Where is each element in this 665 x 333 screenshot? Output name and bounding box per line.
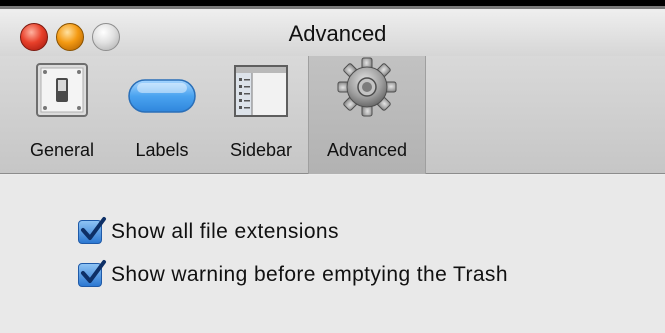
option-warn-empty-trash[interactable]: Show warning before emptying the Trash	[78, 260, 508, 287]
tab-advanced[interactable]: Advanced	[308, 56, 426, 174]
show-extensions-checkbox[interactable]	[78, 217, 106, 244]
warn-trash-checkbox[interactable]	[78, 260, 106, 287]
preferences-window: Advanced General Labels Sidebar Advanced…	[0, 0, 665, 333]
tab-labels-label: Labels	[135, 140, 189, 160]
tab-advanced-label: Advanced	[326, 140, 408, 160]
warn-trash-label: Show warning before emptying the Trash	[111, 263, 508, 286]
tab-general[interactable]: General	[14, 56, 110, 174]
tab-sidebar-label: Sidebar	[229, 140, 293, 160]
tab-sidebar[interactable]: Sidebar	[212, 56, 310, 174]
tab-labels[interactable]: Labels	[118, 56, 206, 174]
option-show-file-extensions[interactable]: Show all file extensions	[78, 217, 339, 244]
gear-icon	[337, 57, 397, 117]
title-bar[interactable]: Advanced	[0, 9, 665, 56]
tab-general-label: General	[29, 140, 95, 160]
advanced-pane: Show all file extensions Show warning be…	[0, 175, 665, 333]
label-capsule-icon	[128, 79, 196, 113]
preferences-toolbar: General Labels Sidebar Advanced	[0, 56, 665, 174]
show-extensions-label: Show all file extensions	[111, 220, 339, 243]
sidebar-window-icon	[234, 65, 288, 117]
light-switch-icon	[36, 63, 88, 117]
checkmark-icon	[81, 217, 106, 240]
checkmark-icon	[81, 260, 106, 283]
window-top-edge	[0, 0, 665, 9]
window-title: Advanced	[288, 21, 387, 46]
